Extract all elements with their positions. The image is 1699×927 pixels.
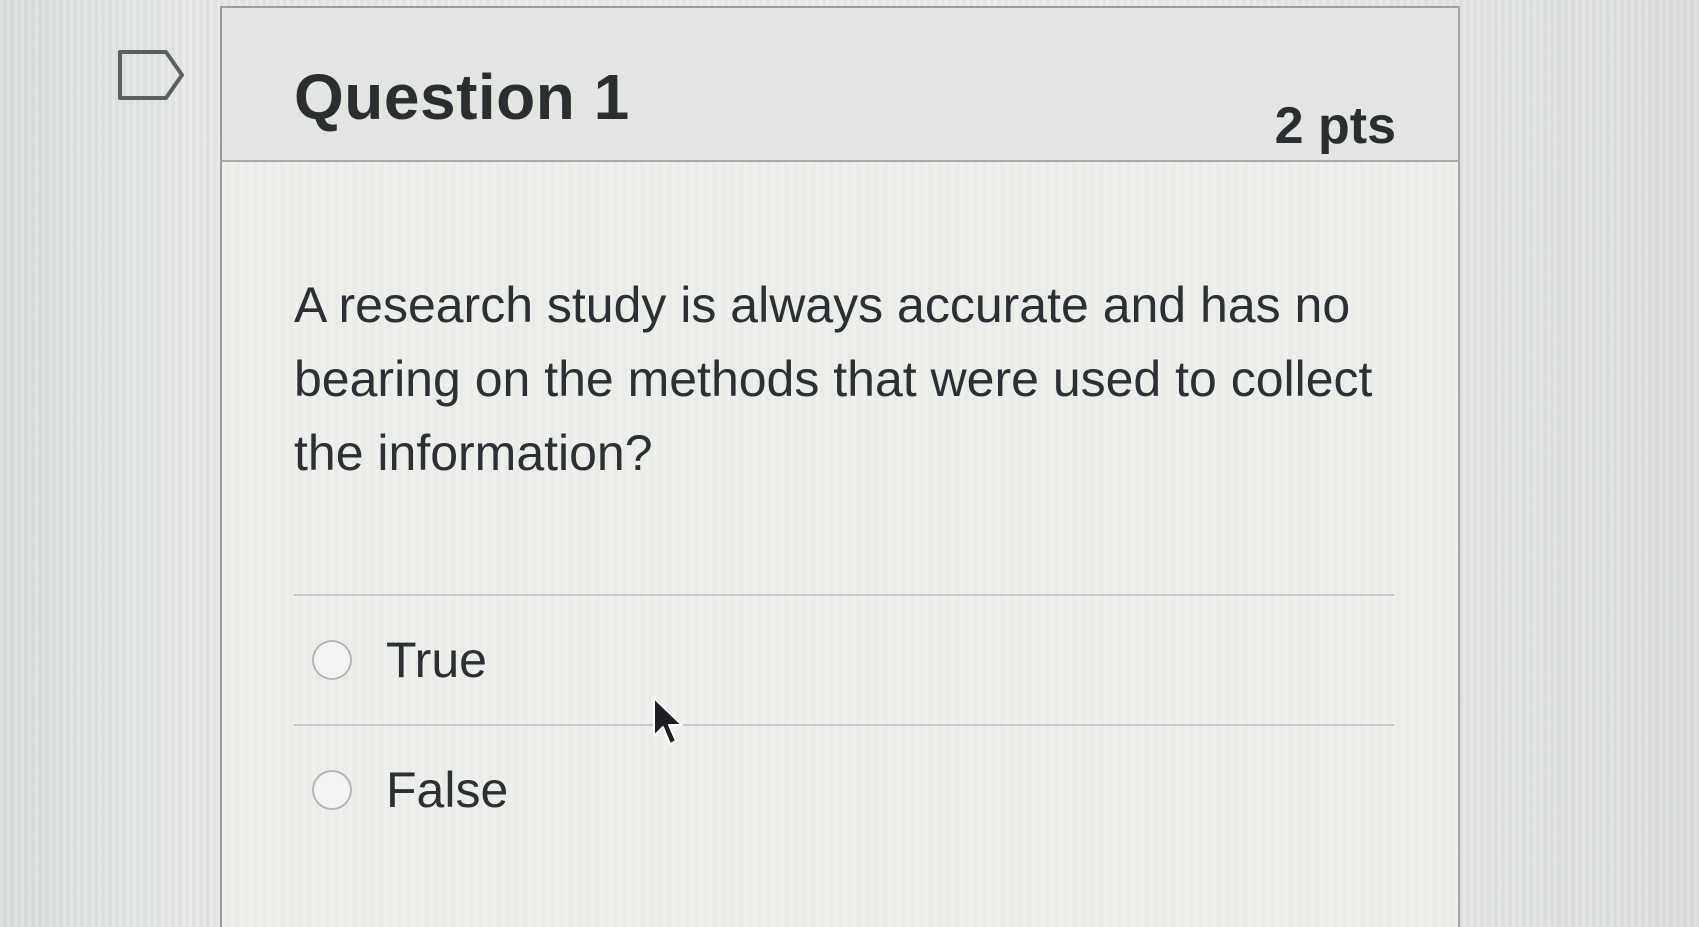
question-title: Question 1 [294, 61, 630, 133]
mouse-pointer-icon [652, 696, 686, 748]
answer-label-true: True [386, 632, 487, 688]
question-points: 2 pts [1274, 97, 1396, 155]
radio-button-false[interactable] [312, 770, 352, 810]
answer-option-true[interactable]: True [294, 596, 1394, 724]
answer-label-false: False [386, 762, 509, 818]
answer-list: True False [294, 594, 1394, 854]
radio-button-true[interactable] [312, 640, 352, 680]
bookmark-flag-icon[interactable] [116, 48, 186, 102]
question-header: Question 1 2 pts [222, 6, 1458, 162]
question-card: Question 1 2 pts A research study is alw… [220, 6, 1460, 927]
answer-option-false[interactable]: False [294, 726, 1394, 854]
question-text: A research study is always accurate and … [294, 277, 1373, 481]
